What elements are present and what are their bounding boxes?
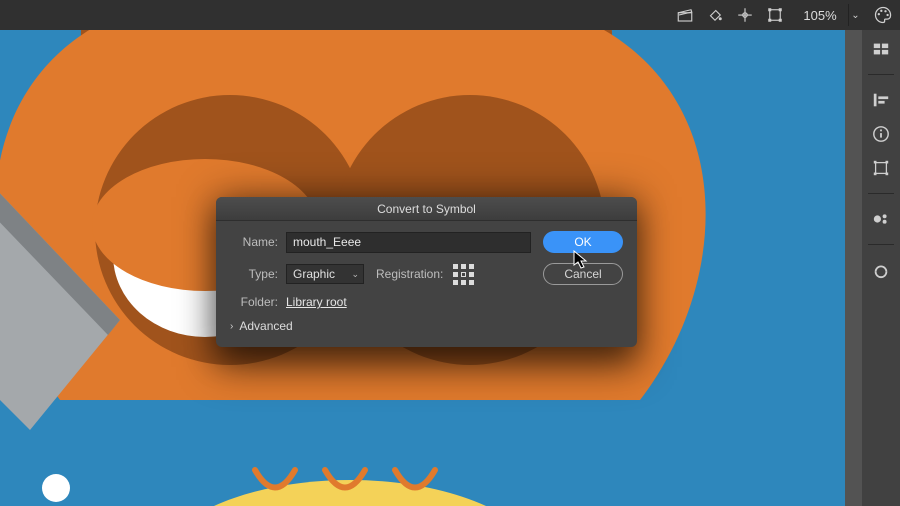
align-icon[interactable]	[870, 89, 892, 111]
advanced-toggle[interactable]: › Advanced	[230, 319, 623, 333]
components-icon[interactable]	[870, 208, 892, 230]
ok-button[interactable]: OK	[543, 231, 623, 253]
zoom-dropdown-icon[interactable]: ⌄	[848, 4, 862, 26]
options-bar: ⌄	[0, 0, 900, 30]
right-panel-strip	[862, 30, 900, 506]
vertical-scrollbar[interactable]	[845, 30, 862, 506]
chevron-down-icon: ⌄	[351, 269, 359, 280]
clapperboard-icon[interactable]	[672, 2, 698, 28]
name-label: Name:	[230, 235, 278, 249]
type-select-value: Graphic	[293, 267, 335, 281]
folder-link[interactable]: Library root	[286, 295, 347, 309]
info-icon[interactable]	[870, 123, 892, 145]
swatches-icon[interactable]	[870, 38, 892, 60]
center-icon[interactable]	[732, 2, 758, 28]
dialog-title: Convert to Symbol	[216, 197, 637, 221]
zoom-input[interactable]	[792, 4, 848, 26]
registration-grid[interactable]	[453, 264, 474, 285]
advanced-label: Advanced	[239, 319, 292, 333]
cancel-button[interactable]: Cancel	[543, 263, 623, 285]
chevron-right-icon: ›	[230, 321, 233, 332]
type-select[interactable]: Graphic ⌄	[286, 264, 364, 284]
type-label: Type:	[230, 267, 278, 281]
fill-icon[interactable]	[702, 2, 728, 28]
convert-to-symbol-dialog: Convert to Symbol Name: OK Type: Graphic…	[216, 197, 637, 347]
cc-libraries-icon[interactable]	[870, 259, 892, 281]
registration-label: Registration:	[376, 267, 443, 281]
zoom-control[interactable]: ⌄	[792, 4, 862, 26]
color-palette-icon[interactable]	[872, 4, 894, 26]
transform-icon[interactable]	[870, 157, 892, 179]
symbol-name-input[interactable]	[286, 232, 531, 253]
bounding-box-icon[interactable]	[762, 2, 788, 28]
folder-label: Folder:	[230, 295, 278, 309]
